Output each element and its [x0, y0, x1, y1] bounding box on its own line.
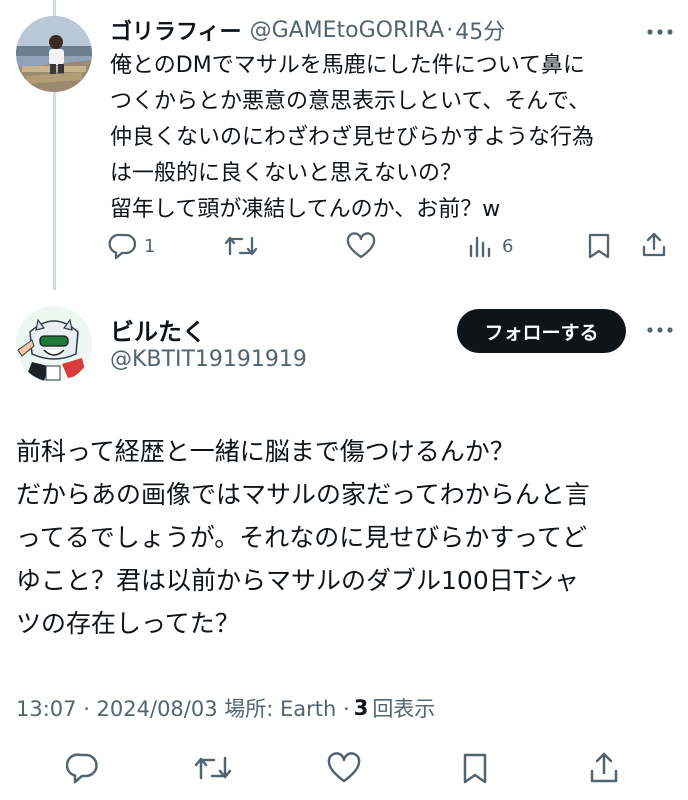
user-handle[interactable]: @KBTIT19191919 [110, 347, 307, 372]
reply-icon [66, 752, 100, 784]
timestamp[interactable]: 45分 [455, 14, 505, 46]
action-bar: 1 6 [0, 226, 688, 266]
separator-dot: · [446, 17, 454, 43]
display-name[interactable]: ビルたく [110, 312, 206, 347]
retweet-button[interactable] [224, 232, 258, 260]
avatar[interactable] [16, 16, 92, 92]
display-name[interactable]: ゴリラフィー [110, 14, 242, 46]
tweet-text-line: つくからとか悪意の意思表示しといて、そんで、 [110, 89, 591, 114]
view-count: 6 [502, 235, 514, 257]
follow-button[interactable]: フォローする [457, 309, 626, 353]
tweet-header: ゴリラフィー @GAMEtoGORIRA · 45分 [110, 12, 505, 48]
like-button[interactable] [326, 752, 362, 784]
tweet-text-line: 仲良くないのにわざわざ見せびらかすような行為 [110, 125, 595, 150]
bookmark-icon [460, 752, 490, 786]
reply-button[interactable] [66, 752, 100, 784]
bookmark-icon [586, 232, 612, 260]
bookmark-button[interactable] [586, 232, 612, 260]
reply-button[interactable]: 1 [108, 232, 155, 260]
views-count: 3 [353, 696, 369, 720]
like-icon [345, 232, 377, 260]
tweet-text-line: 留年して頭が凍結してんのか、お前？w [110, 197, 501, 222]
tweet-text: 俺とのDMでマサルを馬鹿にした件について鼻に つくからとか悪意の意思表示しといて… [110, 48, 670, 228]
tweet-metadata: 13:07 · 2024/08/03 場所: Earth · 3 回表示 [16, 693, 435, 723]
tweet-text-line: だからあの画像ではマサルの家だってわからんと言 [16, 480, 590, 509]
share-icon [588, 750, 620, 786]
retweet-icon [194, 752, 232, 784]
retweet-button[interactable] [194, 752, 232, 784]
tweet-text-line: ゆこと？君は以前からマサルのダブル100日Tシャ [16, 566, 579, 595]
tweet-text-line: は一般的に良くないと思えないの？ [110, 161, 463, 186]
avatar[interactable] [16, 306, 92, 382]
reply-icon [108, 232, 138, 260]
views-button[interactable]: 6 [466, 232, 513, 260]
retweet-icon [224, 232, 258, 260]
bookmark-button[interactable] [460, 752, 490, 786]
more-icon[interactable] [640, 318, 680, 342]
views-label: 回表示 [372, 697, 436, 721]
user-handle[interactable]: @GAMEtoGORIRA [250, 18, 445, 43]
tweet-text-line: ってるでしょうが。それなのに見せびらかすってど [16, 523, 588, 552]
share-button[interactable] [640, 230, 668, 260]
tweet-text-line: 俺とのDMでマサルを馬鹿にした件について鼻に [110, 53, 586, 78]
share-button[interactable] [588, 750, 620, 786]
views-icon [466, 232, 494, 260]
tweet-text-line: ツの存在しってた？ [16, 609, 240, 638]
reply-count: 1 [144, 235, 156, 257]
tweet-text: 前科って経歴と一緒に脳まで傷つけるんか？ だからあの画像ではマサルの家だってわか… [16, 430, 676, 645]
tweet-text-line: 前科って経歴と一緒に脳まで傷つけるんか？ [16, 437, 515, 466]
more-icon[interactable] [640, 20, 680, 44]
share-icon [640, 230, 668, 260]
like-icon [326, 752, 362, 784]
timestamp-location[interactable]: 13:07 · 2024/08/03 場所: Earth · [16, 693, 350, 723]
action-bar [0, 748, 688, 792]
like-button[interactable] [345, 232, 377, 260]
